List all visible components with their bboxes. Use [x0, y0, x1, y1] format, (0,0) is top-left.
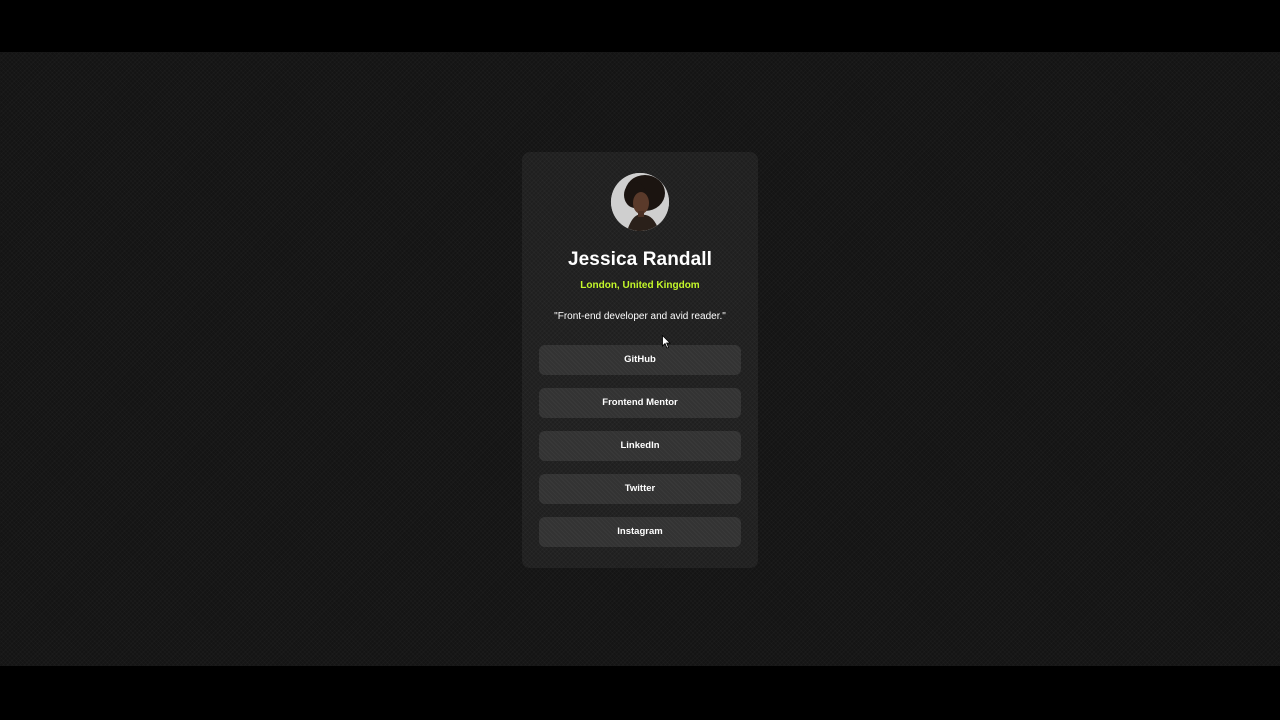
- avatar-photo: [611, 173, 669, 231]
- letterbox-bottom: [0, 666, 1280, 720]
- link-button-instagram[interactable]: Instagram: [539, 517, 741, 547]
- profile-name: Jessica Randall: [567, 249, 713, 270]
- link-button-github[interactable]: GitHub: [539, 345, 741, 375]
- profile-card: Jessica Randall London, United Kingdom "…: [522, 152, 758, 568]
- avatar: [611, 173, 669, 231]
- link-button-frontend-mentor[interactable]: Frontend Mentor: [539, 388, 741, 418]
- profile-bio: "Front-end developer and avid reader.": [554, 311, 726, 322]
- letterbox-top: [0, 0, 1280, 52]
- mouse-cursor-icon: [662, 335, 671, 349]
- page-viewport: Jessica Randall London, United Kingdom "…: [0, 52, 1280, 666]
- link-button-linkedin[interactable]: LinkedIn: [539, 431, 741, 461]
- social-links-list: GitHub Frontend Mentor LinkedIn Twitter …: [539, 345, 741, 560]
- profile-location: London, United Kingdom: [580, 280, 700, 291]
- link-button-twitter[interactable]: Twitter: [539, 474, 741, 504]
